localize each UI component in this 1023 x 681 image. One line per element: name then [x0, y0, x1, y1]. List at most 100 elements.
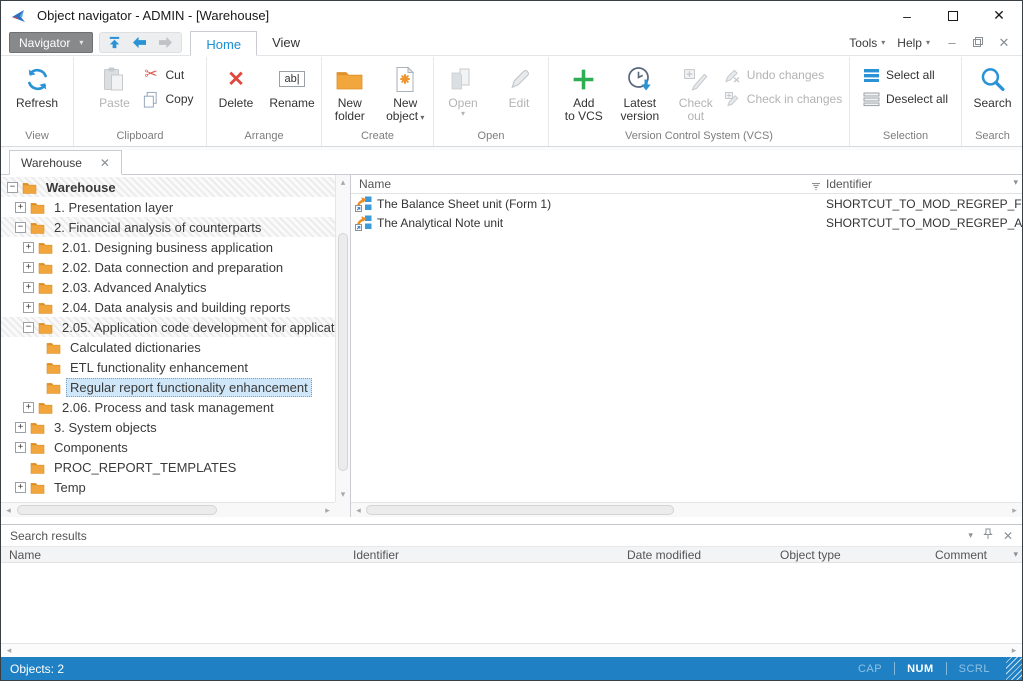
expand-icon[interactable]: +: [15, 202, 26, 213]
expand-icon[interactable]: +: [23, 302, 34, 313]
tree-item-label[interactable]: Warehouse: [42, 178, 120, 197]
search-column-date-modified[interactable]: Date modified: [627, 548, 701, 562]
tree-item-3-system-objects[interactable]: +3. System objects: [1, 417, 335, 437]
column-header-name[interactable]: Name: [359, 177, 391, 191]
chevron-down-icon[interactable]: ▾: [926, 38, 930, 47]
window-close-button[interactable]: ✕: [976, 1, 1022, 30]
tree-item-regular-report-functionality-enhancement[interactable]: Regular report functionality enhancement: [1, 377, 335, 397]
go-to-top-button[interactable]: [107, 35, 122, 50]
tree-item-label[interactable]: Components: [50, 438, 132, 457]
tools-menu[interactable]: Tools: [849, 36, 877, 50]
list-row[interactable]: The Balance Sheet unit (Form 1)SHORTCUT_…: [351, 194, 1022, 213]
tree-item-2-04-data-analysis-and-building-reports[interactable]: +2.04. Data analysis and building report…: [1, 297, 335, 317]
ribbon-close-button[interactable]: ✕: [994, 35, 1014, 51]
close-icon[interactable]: ✕: [1003, 529, 1013, 543]
pin-icon[interactable]: [983, 528, 993, 543]
deselect-all-button[interactable]: Deselect all: [863, 91, 948, 107]
search-column-name[interactable]: Name: [9, 548, 41, 562]
tree-item-temp[interactable]: + Temp: [1, 477, 335, 497]
scrollbar-thumb[interactable]: [17, 505, 217, 515]
scroll-left-icon[interactable]: ◂: [2, 504, 15, 517]
search-column-object-type[interactable]: Object type: [780, 548, 841, 562]
tree-item-2-06-process-and-task-management[interactable]: +2.06. Process and task management: [1, 397, 335, 417]
ribbon-restore-button[interactable]: [968, 35, 988, 50]
search-column-identifier[interactable]: Identifier: [353, 548, 399, 562]
search-horizontal-scrollbar[interactable]: ◂ ▸: [1, 643, 1022, 657]
expand-icon[interactable]: +: [15, 442, 26, 453]
tree-item-2-03-advanced-analytics[interactable]: +2.03. Advanced Analytics: [1, 277, 335, 297]
tree-item-warehouse[interactable]: − Warehouse: [1, 177, 335, 197]
expand-icon[interactable]: +: [23, 282, 34, 293]
sort-filter-icon[interactable]: [811, 180, 821, 194]
tree-item-label[interactable]: Calculated dictionaries: [66, 338, 205, 357]
refresh-button[interactable]: Refresh: [9, 59, 65, 110]
navigator-menu-button[interactable]: Navigator ▾: [9, 32, 93, 53]
rename-button[interactable]: ab|Rename: [264, 59, 320, 110]
search-column-comment[interactable]: Comment: [935, 548, 987, 562]
help-menu[interactable]: Help: [897, 36, 922, 50]
scrollbar-thumb[interactable]: [338, 233, 348, 471]
expand-icon[interactable]: +: [23, 262, 34, 273]
expand-icon[interactable]: +: [23, 402, 34, 413]
chevron-down-icon[interactable]: ▾: [881, 38, 885, 47]
tree-item-label[interactable]: 3. System objects: [50, 418, 161, 437]
column-header-identifier[interactable]: Identifier: [826, 177, 872, 191]
tab-warehouse[interactable]: Warehouse ✕: [9, 150, 122, 175]
column-chooser-icon[interactable]: ▾: [1013, 549, 1018, 560]
list-horizontal-scrollbar[interactable]: ◂ ▸: [351, 502, 1022, 517]
tree-item-proc-report-templates[interactable]: PROC_REPORT_TEMPLATES: [1, 457, 335, 477]
tree-item-2-financial-analysis-of-counterparts[interactable]: − 2. Financial analysis of counterparts: [1, 217, 335, 237]
tree-vertical-scrollbar[interactable]: ▴ ▾: [335, 175, 350, 502]
back-button[interactable]: [131, 36, 148, 49]
collapse-icon[interactable]: −: [23, 322, 34, 333]
tree-item-label[interactable]: 2.02. Data connection and preparation: [58, 258, 287, 277]
tree-item-etl-functionality-enhancement[interactable]: ETL functionality enhancement: [1, 357, 335, 377]
tree-item-2-05-application-code-development-for-ap[interactable]: − 2.05. Application code development for …: [1, 317, 335, 337]
expand-icon[interactable]: +: [15, 482, 26, 493]
tree-item-components[interactable]: + Components: [1, 437, 335, 457]
new-folder-button[interactable]: Newfolder: [322, 59, 378, 123]
tree-item-label[interactable]: Temp: [50, 478, 90, 497]
scroll-left-icon[interactable]: ◂: [2, 644, 16, 657]
add-to-vcs-button[interactable]: Addto VCS: [556, 59, 612, 123]
scroll-up-icon[interactable]: ▴: [336, 177, 350, 188]
select-all-button[interactable]: Select all: [863, 67, 935, 83]
copy-button[interactable]: Copy: [142, 91, 193, 107]
expand-icon[interactable]: +: [15, 422, 26, 433]
tree-item-label[interactable]: 2.05. Application code development for a…: [58, 318, 335, 337]
list-row[interactable]: The Analytical Note unitSHORTCUT_TO_MOD_…: [351, 213, 1022, 232]
scroll-right-icon[interactable]: ▸: [321, 504, 334, 517]
search-button[interactable]: Search: [965, 59, 1021, 110]
ribbon-tab-home[interactable]: Home: [190, 31, 257, 56]
new-object-button[interactable]: Newobject ▾: [378, 59, 434, 124]
tree-item-label[interactable]: 2.06. Process and task management: [58, 398, 278, 417]
collapse-icon[interactable]: −: [7, 182, 18, 193]
chevron-down-icon[interactable]: ▾: [418, 113, 424, 122]
ribbon-minimize-button[interactable]: –: [942, 35, 962, 50]
tree-horizontal-scrollbar[interactable]: ◂ ▸: [1, 502, 335, 517]
tree-item-label[interactable]: 2. Financial analysis of counterparts: [50, 218, 265, 237]
tree-item-label[interactable]: 2.04. Data analysis and building reports: [58, 298, 294, 317]
scroll-left-icon[interactable]: ◂: [352, 504, 365, 517]
close-icon[interactable]: ✕: [100, 156, 110, 170]
tree-item-2-02-data-connection-and-preparation[interactable]: +2.02. Data connection and preparation: [1, 257, 335, 277]
expand-icon[interactable]: +: [23, 242, 34, 253]
collapse-icon[interactable]: −: [15, 222, 26, 233]
latest-version-button[interactable]: Latestversion: [612, 59, 668, 123]
column-chooser-icon[interactable]: ▾: [1013, 177, 1018, 188]
tree-item-label[interactable]: PROC_REPORT_TEMPLATES: [50, 458, 240, 477]
tree-item-2-01-designing-business-application[interactable]: +2.01. Designing business application: [1, 237, 335, 257]
tree-item-label[interactable]: 2.01. Designing business application: [58, 238, 277, 257]
scroll-down-icon[interactable]: ▾: [336, 489, 350, 500]
panel-menu-icon[interactable]: ▾: [968, 530, 973, 541]
tree-item-1-presentation-layer[interactable]: +1. Presentation layer: [1, 197, 335, 217]
tree-item-label[interactable]: 1. Presentation layer: [50, 198, 177, 217]
ribbon-tab-view[interactable]: View: [257, 30, 315, 55]
delete-button[interactable]: ✕Delete: [208, 59, 264, 110]
tree-item-label[interactable]: 2.03. Advanced Analytics: [58, 278, 211, 297]
scrollbar-thumb[interactable]: [366, 505, 674, 515]
tree-item-calculated-dictionaries[interactable]: Calculated dictionaries: [1, 337, 335, 357]
tree-item-label[interactable]: ETL functionality enhancement: [66, 358, 252, 377]
scroll-right-icon[interactable]: ▸: [1008, 504, 1021, 517]
window-minimize-button[interactable]: –: [884, 1, 930, 30]
